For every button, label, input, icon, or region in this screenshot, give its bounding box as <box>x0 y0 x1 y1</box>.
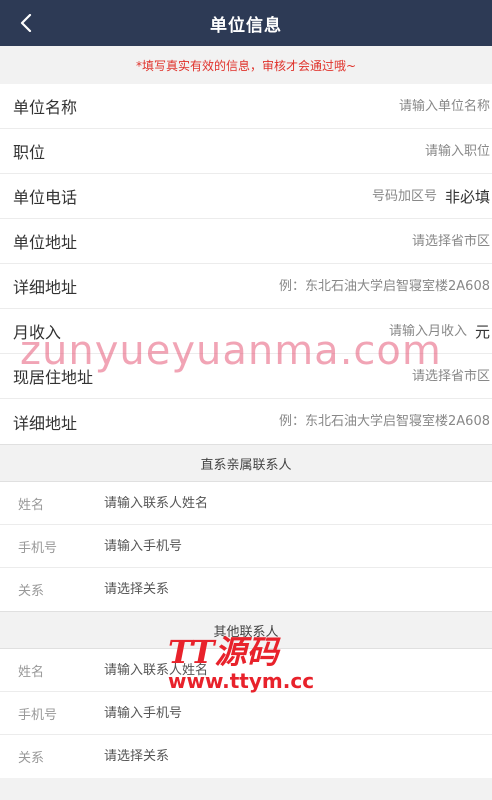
other-contact-relation-select[interactable] <box>104 749 492 764</box>
form-label: 手机号 <box>18 540 58 556</box>
direct-contact-name-row: 姓名 <box>0 482 492 525</box>
form-row-residence-detail-address: 详细地址 <box>0 399 492 444</box>
form-row-company-phone: 单位电话 非必填 <box>0 174 492 219</box>
direct-contact-relation-select[interactable] <box>104 582 492 597</box>
form-label: 单位地址 <box>13 233 78 252</box>
form-label: 单位电话 <box>13 188 78 207</box>
form-label: 现居住地址 <box>13 368 94 387</box>
residence-detail-address-input[interactable] <box>77 414 492 429</box>
form-row-residence-address[interactable]: 现居住地址 <box>0 354 492 399</box>
form-label: 姓名 <box>18 664 45 680</box>
form-label: 姓名 <box>18 497 45 513</box>
form-label: 手机号 <box>18 707 58 723</box>
optional-suffix: 非必填 <box>444 187 490 206</box>
notice-text: *填写真实有效的信息，审核才会通过哦~ <box>0 46 492 84</box>
other-contact-phone-input[interactable] <box>104 705 492 721</box>
monthly-income-input[interactable] <box>61 323 469 339</box>
other-contact-phone-row: 手机号 <box>0 692 492 735</box>
residence-region-select[interactable] <box>93 368 492 384</box>
currency-suffix: 元 <box>474 322 490 341</box>
form-row-company-address[interactable]: 单位地址 <box>0 219 492 264</box>
form-label: 关系 <box>18 751 45 766</box>
company-region-select[interactable] <box>77 233 492 249</box>
form-row-company-name: 单位名称 <box>0 84 492 129</box>
other-contact-form: 姓名 手机号 关系 <box>0 649 492 778</box>
company-phone-input[interactable] <box>77 188 439 204</box>
direct-contact-section-title: 直系亲属联系人 <box>0 444 492 482</box>
form-label: 详细地址 <box>13 413 78 433</box>
form-label: 单位名称 <box>13 98 78 117</box>
form-row-monthly-income: 月收入 元 <box>0 309 492 354</box>
form-label: 职位 <box>13 143 46 162</box>
form-row-company-detail-address: 详细地址 <box>0 264 492 309</box>
company-detail-address-input[interactable] <box>77 278 492 294</box>
other-contact-section-title: 其他联系人 <box>0 611 492 649</box>
form-label: 关系 <box>18 584 45 599</box>
form-label: 详细地址 <box>13 278 78 297</box>
chevron-left-icon <box>20 14 32 32</box>
back-button[interactable] <box>12 0 40 46</box>
direct-contact-relation-row[interactable]: 关系 <box>0 568 492 611</box>
form-row-position: 职位 <box>0 129 492 174</box>
other-contact-name-input[interactable] <box>104 662 492 678</box>
work-info-form: 单位名称 职位 单位电话 非必填 单位地址 详细地址 月收入 元 现居住地址 详… <box>0 84 492 444</box>
form-label: 月收入 <box>13 323 62 342</box>
company-name-input[interactable] <box>77 98 492 114</box>
direct-contact-phone-input[interactable] <box>104 538 492 554</box>
position-input[interactable] <box>45 143 492 159</box>
direct-contact-name-input[interactable] <box>104 495 492 511</box>
other-contact-relation-row[interactable]: 关系 <box>0 735 492 778</box>
app-header: 单位信息 <box>0 0 492 46</box>
direct-contact-phone-row: 手机号 <box>0 525 492 568</box>
direct-contact-form: 姓名 手机号 关系 <box>0 482 492 611</box>
other-contact-name-row: 姓名 <box>0 649 492 692</box>
page-title: 单位信息 <box>210 15 282 36</box>
